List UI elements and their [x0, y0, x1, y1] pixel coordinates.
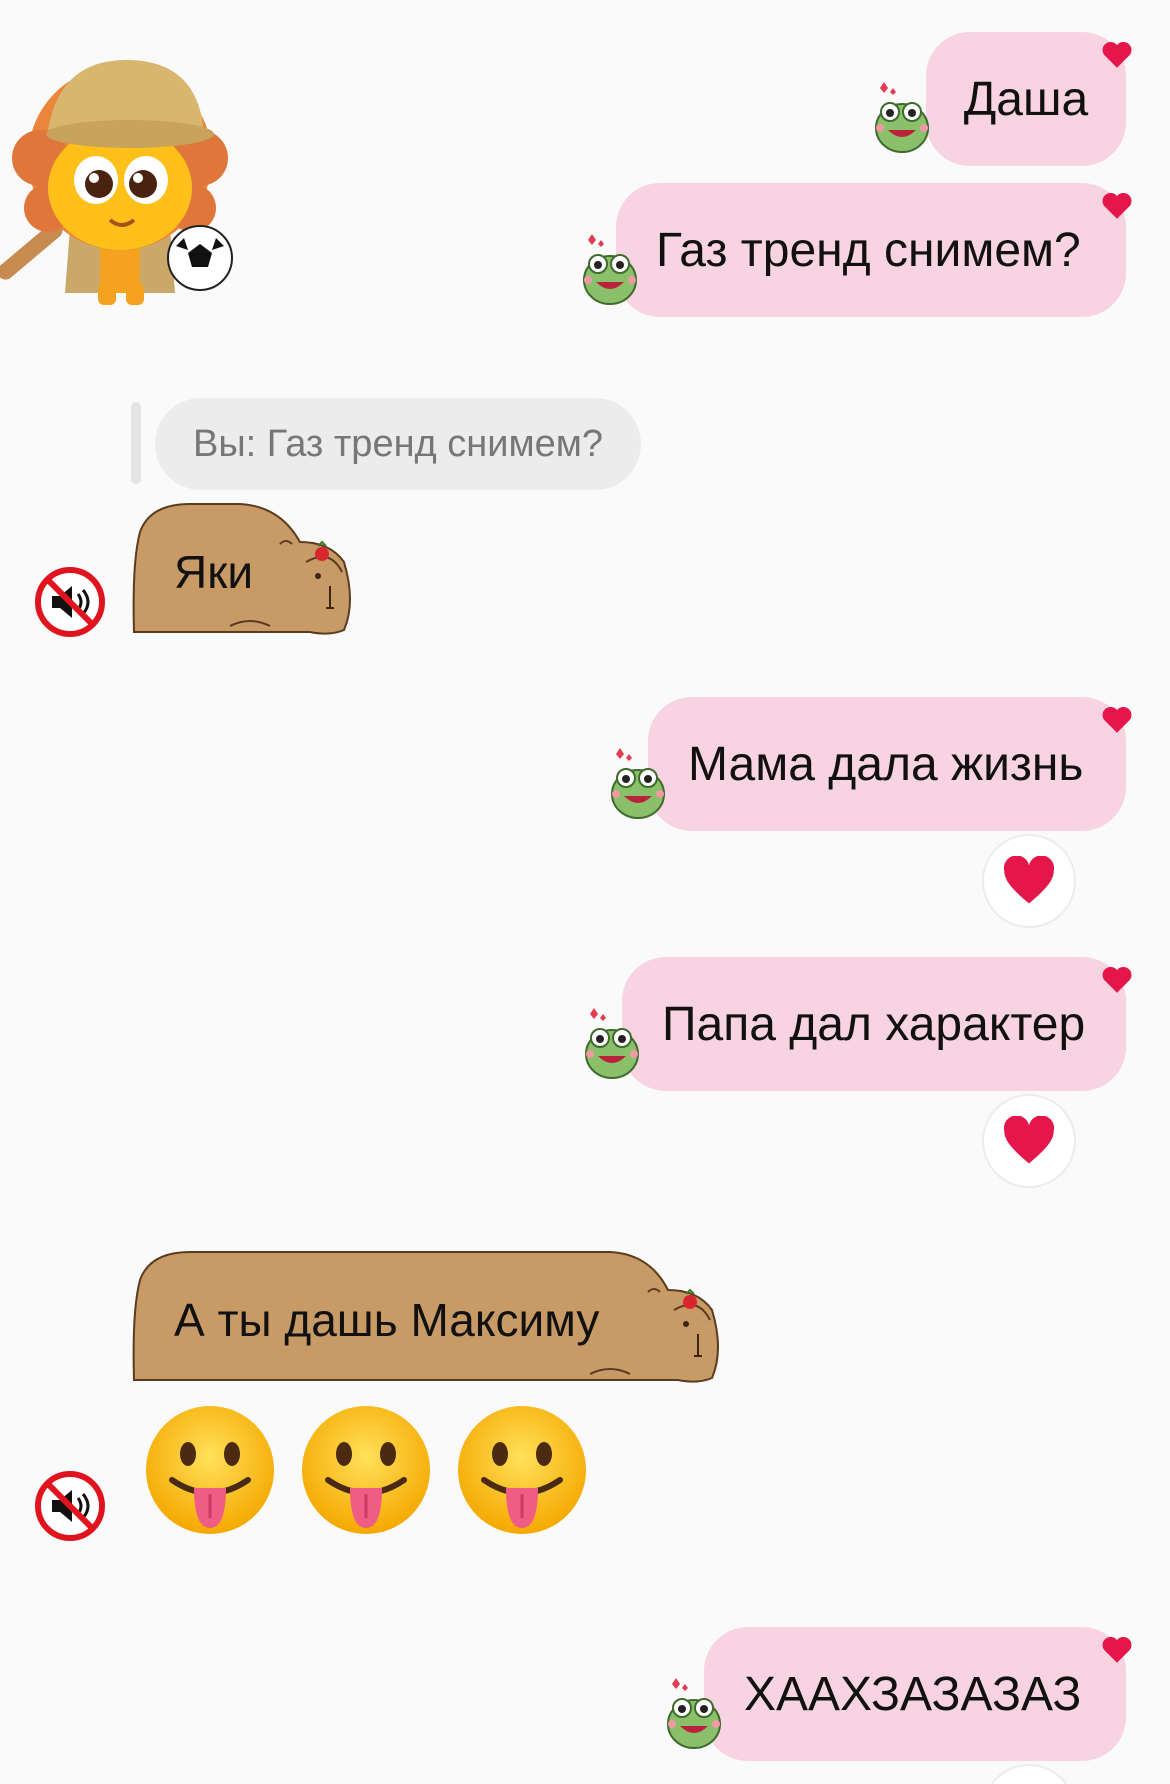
tongue-out-face-emoji — [302, 1406, 430, 1534]
outgoing-message-haha[interactable]: ХААХЗАЗАЗАЗ — [704, 1627, 1132, 1761]
heart-icon — [1102, 966, 1132, 993]
frog-sticker-icon — [611, 748, 665, 819]
message-text: ХААХЗАЗАЗАЗ — [744, 1667, 1082, 1721]
tongue-out-face-emoji — [458, 1406, 586, 1534]
heart-icon — [1003, 1116, 1055, 1164]
reply-quote-text: Вы: Газ тренд снимем? — [193, 422, 604, 465]
message-text: Мама дала жизнь — [688, 737, 1084, 791]
message-text: Папа дал характер — [662, 997, 1086, 1051]
heart-icon — [1003, 856, 1055, 904]
heart-icon — [1102, 1636, 1132, 1663]
outgoing-message-papa[interactable]: Папа дал характер — [622, 957, 1132, 1091]
tongue-out-face-emoji — [146, 1406, 274, 1534]
message-text: Газ тренд снимем? — [656, 223, 1081, 277]
outgoing-message-dasha[interactable]: Даша — [926, 32, 1132, 166]
reaction-heart[interactable] — [982, 1094, 1076, 1188]
avatar-sticker-icon[interactable] — [0, 38, 240, 308]
frog-sticker-icon — [583, 234, 637, 305]
message-text: Яки — [174, 546, 254, 598]
frog-sticker-icon — [585, 1008, 639, 1079]
reaction-heart[interactable] — [982, 1764, 1076, 1784]
outgoing-message-mama[interactable]: Мама дала жизнь — [648, 697, 1132, 831]
speaker-muted-icon[interactable] — [34, 1470, 106, 1542]
frog-sticker-icon — [875, 82, 929, 153]
message-text: А ты дашь Максиму — [174, 1294, 600, 1346]
reaction-heart[interactable] — [982, 834, 1076, 928]
message-text: Даша — [963, 72, 1089, 126]
chat-screen: Даша Газ тренд снимем? Вы: Газ тренд сни… — [0, 0, 1170, 1784]
heart-icon — [1102, 41, 1132, 68]
heart-icon — [1102, 192, 1132, 219]
heart-icon — [1102, 706, 1132, 733]
speaker-muted-icon[interactable] — [34, 566, 106, 638]
outgoing-message-gas-trend[interactable]: Газ тренд снимем? — [616, 183, 1132, 317]
reply-quote-bar — [131, 402, 141, 484]
frog-sticker-icon — [667, 1678, 721, 1749]
reply-quote[interactable]: Вы: Газ тренд снимем? — [155, 398, 642, 490]
